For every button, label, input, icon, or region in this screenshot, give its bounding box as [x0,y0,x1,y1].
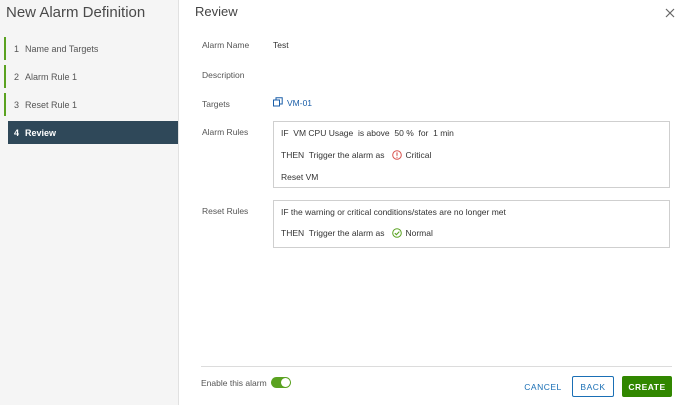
then-text: THEN Trigger the alarm as [281,150,385,160]
target-vm-link[interactable]: VM-01 [273,97,312,109]
step-reset-rule[interactable]: 3 Reset Rule 1 [4,93,178,116]
severity-critical: Critical [405,150,432,160]
review-panel: Review Alarm Name Test Description Targe… [178,0,681,405]
alarm-rule-then: THEN Trigger the alarm as Critical [281,150,431,160]
description-label: Description [202,70,245,80]
step-number: 1 [14,43,20,54]
alarm-rule-condition: IF VM CPU Usage is above 50 % for 1 min [281,128,454,138]
alarm-rule-action: Reset VM [281,172,319,182]
back-button[interactable]: BACK [572,376,614,397]
target-name: VM-01 [287,98,313,108]
normal-icon [392,228,403,238]
step-number: 2 [14,71,20,82]
step-name-and-targets[interactable]: 1 Name and Targets [4,37,178,60]
alarm-rules-label: Alarm Rules [202,127,249,137]
step-review[interactable]: 4 Review [8,121,178,144]
alarm-rules-box: IF VM CPU Usage is above 50 % for 1 min … [273,121,670,188]
reset-rules-box: IF the warning or critical conditions/st… [273,200,670,248]
targets-label: Targets [202,99,230,109]
alarm-name-value: Test [273,40,289,50]
alarm-name-label: Alarm Name [202,40,250,50]
step-alarm-rule[interactable]: 2 Alarm Rule 1 [4,65,178,88]
step-number: 4 [14,127,20,138]
critical-icon [392,150,403,160]
create-button[interactable]: CREATE [622,376,672,397]
footer-divider [201,366,672,367]
step-label: Review [25,127,57,138]
page-title: Review [195,4,238,19]
reset-rule-then: THEN Trigger the alarm as Normal [281,228,433,238]
vm-icon [273,97,287,109]
reset-rule-condition: IF the warning or critical conditions/st… [281,207,506,217]
reset-rules-label: Reset Rules [202,206,249,216]
severity-normal: Normal [405,228,433,238]
toggle-knob [281,378,290,387]
cancel-button[interactable]: CANCEL [521,376,565,397]
step-label: Reset Rule 1 [25,99,78,110]
wizard-steps: 1 Name and Targets 2 Alarm Rule 1 3 Rese… [4,37,178,149]
enable-alarm-label: Enable this alarm [201,378,267,388]
then-text: THEN Trigger the alarm as [281,228,385,238]
enable-alarm-toggle[interactable] [271,377,291,388]
wizard-title: New Alarm Definition [6,4,146,21]
close-icon[interactable] [663,6,677,20]
step-number: 3 [14,99,20,110]
step-label: Alarm Rule 1 [25,71,78,82]
step-label: Name and Targets [25,43,99,54]
wizard-sidebar: New Alarm Definition 1 Name and Targets … [0,0,179,405]
